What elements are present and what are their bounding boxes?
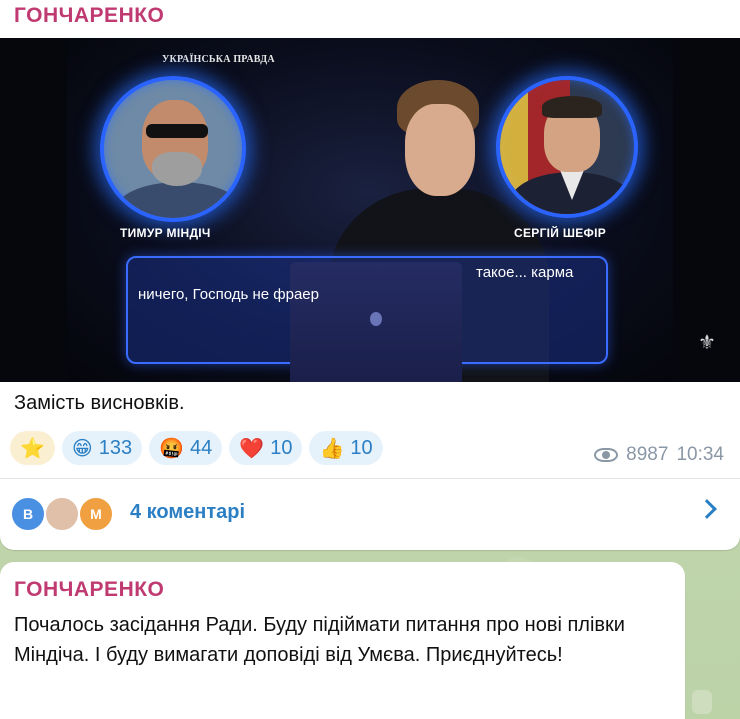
heart-icon: ❤️	[239, 437, 265, 460]
reaction-grin[interactable]: 😁 133	[61, 431, 143, 465]
grin-emoji-icon: 😁	[71, 437, 93, 460]
divider	[0, 478, 740, 479]
comments-label[interactable]: 4 коментарі	[130, 501, 245, 524]
eye-icon	[594, 448, 619, 462]
angry-emoji-icon: 🤬	[159, 437, 185, 460]
reactions-bar: ⭐ 😁 133 🤬 44 ❤️ 10 👍 10	[10, 431, 383, 465]
channel-logo-icon: ⚜	[698, 332, 716, 354]
view-count: 8987	[626, 444, 669, 465]
subtitle-line-2: такое... карма	[476, 264, 574, 281]
reaction-angry[interactable]: 🤬 44	[149, 431, 223, 465]
chevron-right-icon	[697, 499, 717, 519]
avatar	[44, 496, 80, 532]
decoration	[692, 690, 712, 714]
thumbs-up-icon: 👍	[319, 437, 345, 460]
laptop-logo-icon	[370, 312, 382, 326]
presenter-face	[405, 104, 475, 196]
comments-button[interactable]: B M 4 коментарі	[0, 480, 740, 544]
reaction-count: 10	[350, 436, 373, 459]
laptop	[290, 262, 462, 382]
reaction-count: 44	[190, 436, 213, 459]
speaker-right-name: СЕРГІЙ ШЕФІР	[514, 226, 607, 240]
sender-name[interactable]: ГОНЧАРЕНКО	[14, 4, 164, 28]
message-meta: 8987 10:34	[594, 444, 724, 466]
star-icon: ⭐	[20, 437, 45, 460]
avatar: B	[10, 496, 46, 532]
reaction-thumbs-up[interactable]: 👍 10	[309, 431, 383, 465]
speaker-left-name: ТИМУР МІНДІЧ	[120, 226, 211, 240]
sender-name[interactable]: ГОНЧАРЕНКО	[14, 578, 164, 602]
speaker-right-portrait	[496, 76, 638, 218]
message-bubble[interactable]: ГОНЧАРЕНКО Почалось засідання Ради. Буду…	[0, 562, 685, 719]
avatar: M	[78, 496, 114, 532]
watermark-text: УКРАЇНСЬКА ПРАВДА	[162, 54, 275, 65]
message-text: Замість висновків.	[14, 392, 185, 414]
message-bubble[interactable]: ГОНЧАРЕНКО УКРАЇНСЬКА ПРАВДА ТИМУР МІНДІ…	[0, 0, 740, 550]
commenter-avatars: B M	[10, 492, 130, 532]
message-text: Почалось засідання Ради. Буду підіймати …	[14, 614, 625, 666]
message-time: 10:34	[676, 444, 724, 465]
subtitle-line-1: ничего, Господь не фраер	[138, 286, 319, 303]
reaction-star[interactable]: ⭐	[10, 431, 55, 465]
reaction-count: 133	[98, 436, 133, 459]
speaker-left-portrait	[100, 76, 246, 222]
reaction-count: 10	[270, 436, 293, 459]
video-thumbnail[interactable]: УКРАЇНСЬКА ПРАВДА ТИМУР МІНДІЧ СЕРГІЙ ШЕ…	[0, 38, 740, 382]
reaction-heart[interactable]: ❤️ 10	[229, 431, 303, 465]
